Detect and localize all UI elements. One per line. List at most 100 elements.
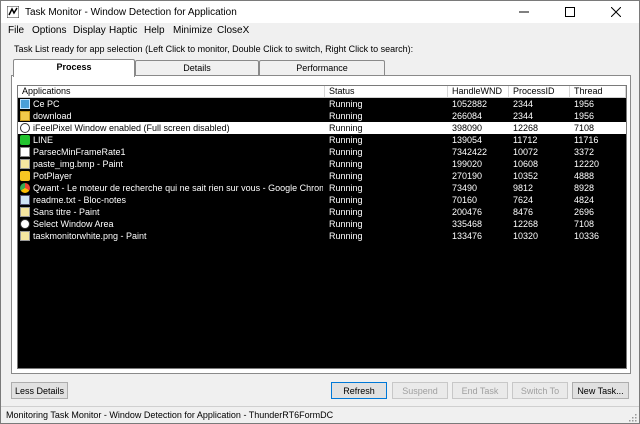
suspend-button[interactable]: Suspend [392,382,448,399]
status-cell: Running [329,99,363,109]
resize-grip-icon[interactable] [627,412,637,422]
list-item[interactable]: Ce PC Running 1052882 2344 1956 [18,98,626,110]
handlewnd-cell: 73490 [452,183,478,193]
list-item[interactable]: Sans titre - Paint Running 200476 8476 2696 [18,206,626,218]
list-item[interactable]: taskmonitorwhite.png - Paint Running 13347… [18,230,626,242]
list-item[interactable]: PotPlayer Running 270190 10352 4888 [18,170,626,182]
computer-icon [20,99,30,109]
new-task-button[interactable]: New Task... [572,382,629,399]
status-cell: Running [329,207,363,217]
application-name: Qwant - Le moteur de recherche qui ne sa… [33,183,323,193]
menu-minimize[interactable]: Minimize [173,25,212,36]
application-name: readme.txt - Bloc-notes [33,195,127,205]
instruction-text: Task List ready for app selection (Left … [14,44,414,54]
status-cell: Running [329,147,363,157]
list-item[interactable]: download Running 266084 2344 1956 [18,110,626,122]
processid-cell: 12268 [513,219,539,229]
application-list[interactable]: Applications Status HandleWND ProcessID … [17,85,627,369]
thread-cell: 10336 [574,231,600,241]
status-cell: Running [329,171,363,181]
application-name: Sans titre - Paint [33,207,100,217]
column-header-status[interactable]: Status [325,86,448,97]
menu-display[interactable]: Display [73,25,106,36]
handlewnd-cell: 139054 [452,135,483,145]
less-details-button[interactable]: Less Details [11,382,68,399]
paint-icon [20,159,30,169]
column-header-thread[interactable]: Thread [570,86,626,97]
handlewnd-cell: 266084 [452,111,483,121]
menu-options[interactable]: Options [32,25,66,36]
potplayer-icon [20,171,30,181]
title-bar[interactable]: Task Monitor - Window Detection for Appl… [1,1,639,23]
application-name: taskmonitorwhite.png - Paint [33,231,147,241]
processid-cell: 10608 [513,159,539,169]
thread-cell: 4888 [574,171,595,181]
menu-file[interactable]: File [8,25,24,36]
column-header-handlewnd[interactable]: HandleWND [448,86,509,97]
application-name: Select Window Area [33,219,114,229]
handlewnd-cell: 270190 [452,171,483,181]
task-monitor-window: Task Monitor - Window Detection for Appl… [0,0,640,424]
thread-cell: 4824 [574,195,595,205]
tab-process[interactable]: Process [13,59,135,77]
handlewnd-cell: 199020 [452,159,483,169]
menu-help[interactable]: Help [144,25,165,36]
task-monitor-app-icon [7,6,19,18]
application-name: LINE [33,135,54,145]
thread-cell: 1956 [574,111,595,121]
list-item[interactable]: paste_img.bmp - Paint Running 199020 10608 1… [18,158,626,170]
processid-cell: 10072 [513,147,539,157]
list-item[interactable]: Select Window Area Running 335468 12268 7108 [18,218,626,230]
list-item[interactable]: readme.txt - Bloc-notes Running 70160 7624 4… [18,194,626,206]
list-body: Ce PC Running 1052882 2344 1956 download Runni… [18,98,626,242]
minimize-window-button[interactable] [501,1,547,23]
maximize-icon [565,7,575,17]
status-cell: Running [329,111,363,121]
list-item[interactable]: Qwant - Le moteur de recherche qui ne sa… [18,182,626,194]
application-name: paste_img.bmp - Paint [33,159,124,169]
application-name: iFeelPixel Window enabled (Full screen d… [33,123,230,133]
handlewnd-cell: 335468 [452,219,483,229]
processid-cell: 8476 [513,207,534,217]
tab-performance[interactable]: Performance [259,60,385,75]
processid-cell: 10352 [513,171,539,181]
switch-to-button[interactable]: Switch To [512,382,568,399]
parsec-icon [20,147,30,157]
list-item[interactable]: iFeelPixel Window enabled (Full screen d… [18,122,626,134]
list-item[interactable]: ParsecMinFrameRate1 Running 7342422 10072 33… [18,146,626,158]
tab-details[interactable]: Details [135,60,259,75]
processid-cell: 11712 [513,135,538,145]
status-cell: Running [329,183,363,193]
status-text: Monitoring Task Monitor - Window Detecti… [6,410,334,420]
processid-cell: 9812 [513,183,534,193]
close-window-button[interactable] [593,1,639,23]
close-icon [611,7,621,17]
column-header-applications[interactable]: Applications [18,86,325,97]
application-name: Ce PC [33,99,60,109]
processid-cell: 2344 [513,99,534,109]
eye-icon [20,123,30,133]
status-cell: Running [329,231,363,241]
processid-cell: 10320 [513,231,539,241]
list-item[interactable]: LINE Running 139054 11712 11716 [18,134,626,146]
status-cell: Running [329,123,363,133]
application-name: download [33,111,72,121]
paint-icon [20,231,30,241]
thread-cell: 1956 [574,99,595,109]
line-app-icon [20,135,30,145]
thread-cell: 8928 [574,183,595,193]
handlewnd-cell: 398090 [452,123,483,133]
refresh-button[interactable]: Refresh [331,382,387,399]
thread-cell: 3372 [574,147,595,157]
menu-haptic[interactable]: Haptic [109,25,137,36]
status-cell: Running [329,195,363,205]
column-header-processid[interactable]: ProcessID [509,86,570,97]
maximize-window-button[interactable] [547,1,593,23]
end-task-button[interactable]: End Task [452,382,508,399]
menu-closex[interactable]: CloseX [217,25,249,36]
status-cell: Running [329,219,363,229]
thread-cell: 7108 [574,123,595,133]
folder-icon [20,111,30,121]
window-title: Task Monitor - Window Detection for Appl… [25,7,237,18]
thread-cell: 11716 [574,135,599,145]
